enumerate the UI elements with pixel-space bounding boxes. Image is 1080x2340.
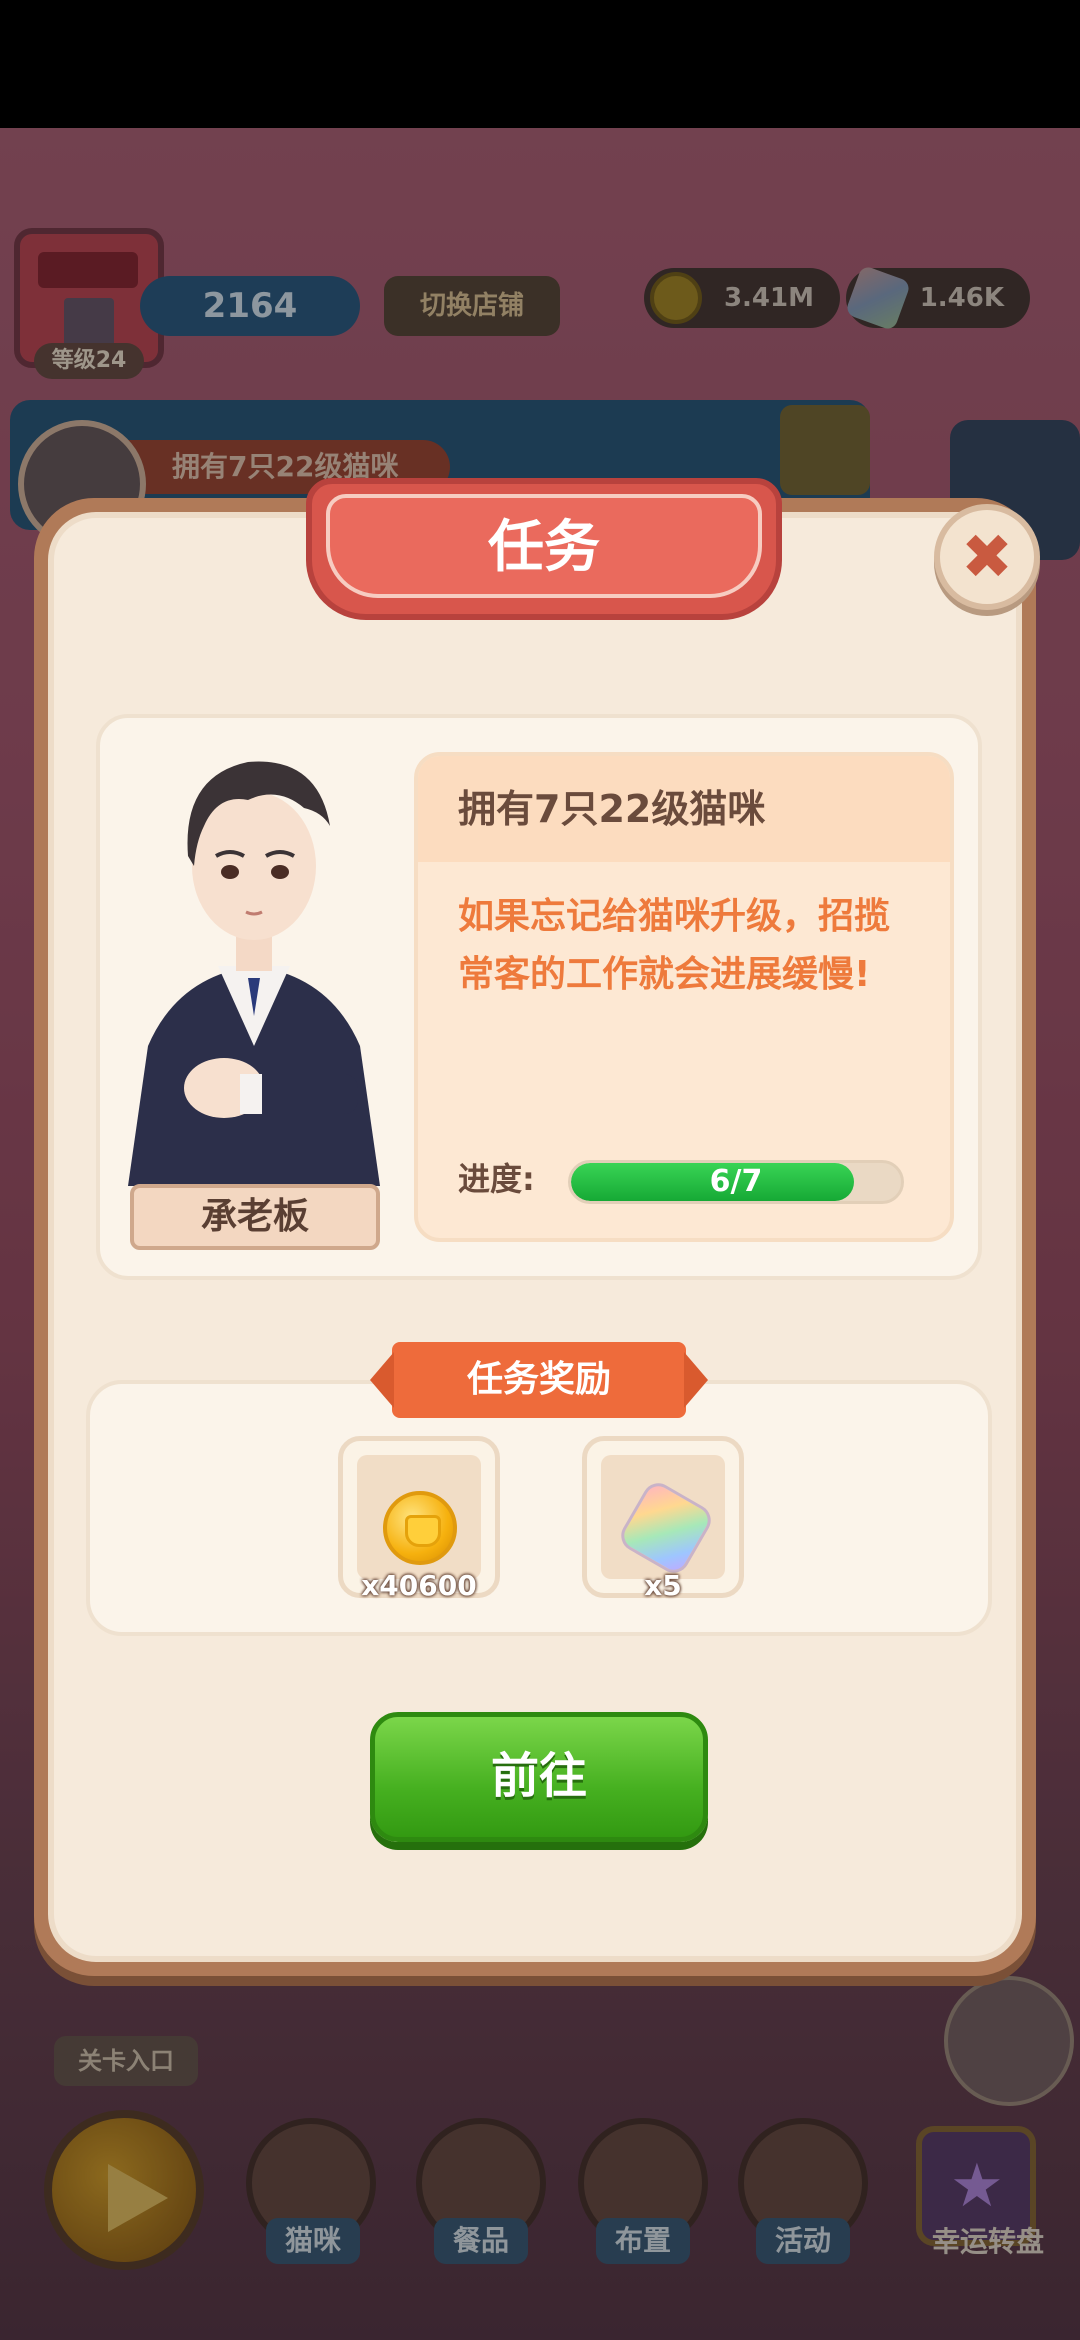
reward-item-coins[interactable]: x40600 (338, 1436, 500, 1602)
modal-title: 任务 (326, 494, 762, 598)
task-description: 如果忘记给猫咪升级，招揽常客的工作就会进展缓慢! (458, 896, 891, 995)
progress-text: 6/7 (709, 1164, 763, 1199)
npc-portrait (108, 716, 400, 1246)
task-title: 拥有7只22级猫咪 (418, 756, 950, 862)
go-button[interactable]: 前往 (370, 1712, 708, 1842)
coin-icon (383, 1491, 457, 1565)
npc-name-label: 承老板 (130, 1184, 380, 1250)
rewards-panel (86, 1380, 992, 1636)
close-button[interactable]: ✖ (934, 504, 1040, 610)
modal-title-tab: 任务 (306, 478, 782, 620)
reward-quantity: x40600 (361, 1569, 477, 1602)
progress-label: 进度: (458, 1160, 535, 1198)
reward-item-gems[interactable]: x5 (582, 1436, 744, 1602)
progress-bar: 6/7 (568, 1160, 904, 1204)
rewards-title: 任务奖励 (370, 1342, 708, 1418)
task-info-panel: 拥有7只22级猫咪 如果忘记给猫咪升级，招揽常客的工作就会进展缓慢! 进度: 6… (414, 752, 954, 1242)
close-icon: ✖ (961, 520, 1013, 593)
reward-quantity: x5 (644, 1569, 682, 1602)
